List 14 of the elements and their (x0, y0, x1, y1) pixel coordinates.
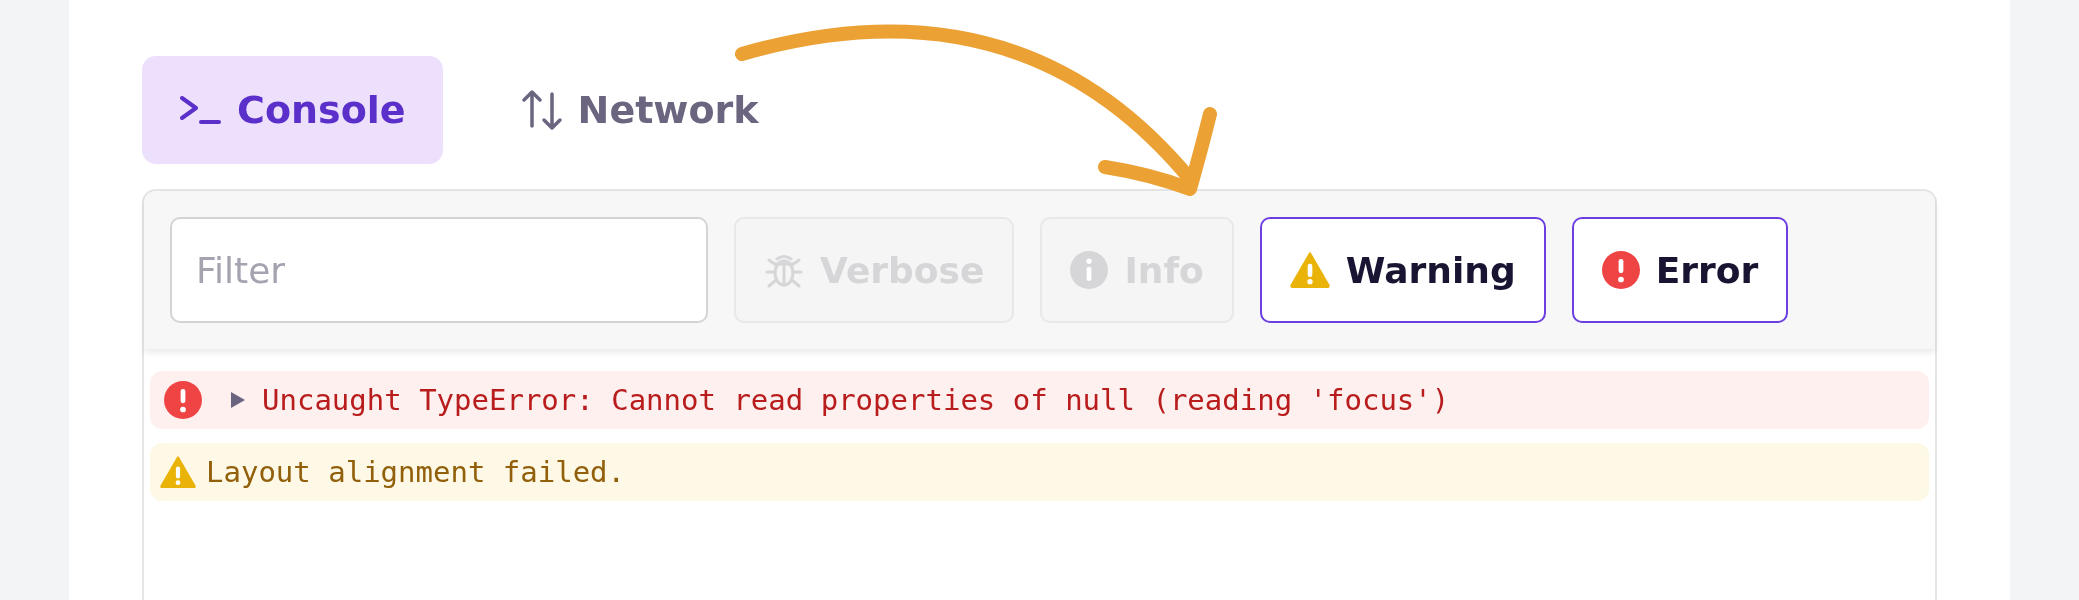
tab[interactable]: Console (142, 56, 443, 164)
filter-field[interactable]: Filter (170, 217, 708, 323)
up-down-arrows-icon (519, 88, 564, 132)
level-filter-button[interactable]: Error (1571, 217, 1789, 323)
info-icon (1070, 251, 1109, 289)
warning-icon (1289, 252, 1330, 288)
log-message: Uncaught TypeError: Cannot read properties of null (reading 'focus') (262, 383, 1450, 417)
level-filter-button[interactable]: Warning (1259, 217, 1546, 323)
error-icon (1601, 251, 1640, 289)
log-message: Layout alignment failed. (206, 455, 626, 489)
error-icon (164, 381, 202, 419)
tab[interactable]: Network (482, 56, 796, 164)
terminal-icon (179, 95, 223, 125)
warning-icon (160, 455, 196, 489)
